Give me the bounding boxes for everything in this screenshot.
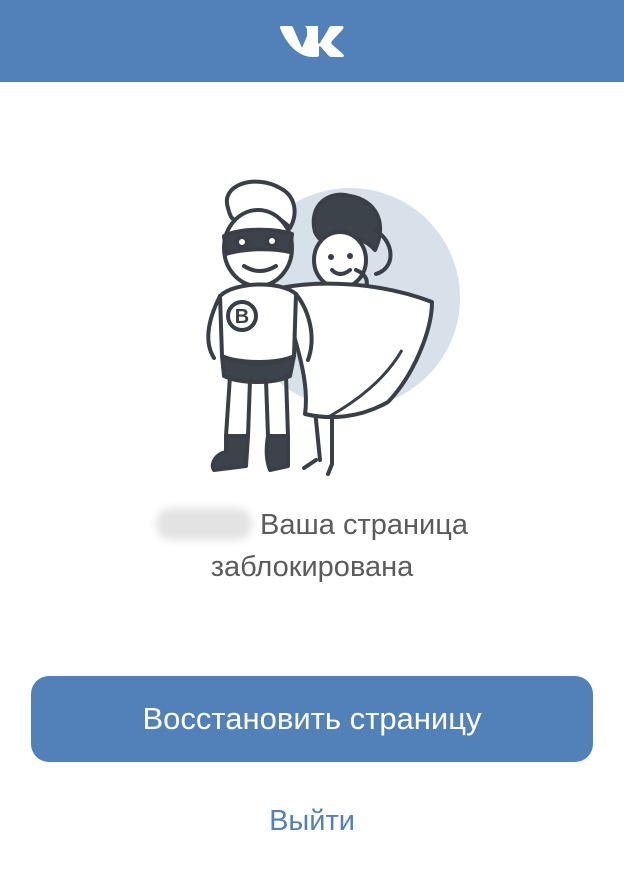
badge-letter: В bbox=[235, 306, 249, 328]
restore-page-button[interactable]: Восстановить страницу bbox=[31, 676, 593, 762]
blurred-user-name bbox=[156, 508, 253, 540]
message-line-1-text: Ваша страница bbox=[260, 509, 468, 541]
message-line-1: Ваша страница bbox=[0, 504, 624, 546]
vk-logo-icon bbox=[280, 26, 344, 57]
superhero-couple-illustration: В bbox=[206, 179, 460, 476]
message-line-2: заблокирована bbox=[210, 551, 414, 583]
top-bar bbox=[0, 0, 624, 82]
logout-link[interactable]: Выйти bbox=[0, 800, 624, 842]
blocked-message: Ваша страница заблокирована bbox=[0, 504, 624, 588]
